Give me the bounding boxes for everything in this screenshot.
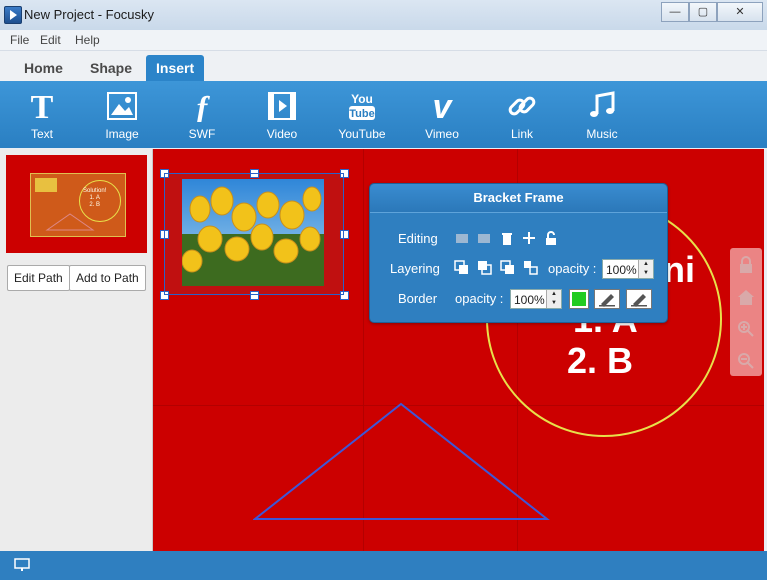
- insert-ribbon: T Text Image f SWF Video You Tube YouTube…: [0, 81, 767, 148]
- panel-title: Bracket Frame: [370, 184, 667, 213]
- text-icon: T: [7, 87, 77, 125]
- menu-bar: File Edit Help: [0, 30, 767, 51]
- border-opacity-value: 100%: [514, 293, 545, 307]
- thumbnail-text: Solution! 1. A 2. B: [83, 188, 107, 208]
- svg-text:Tube: Tube: [349, 108, 374, 120]
- title-bar: New Project - Focusky — ▢ ✕: [0, 0, 767, 31]
- insert-video-button[interactable]: Video: [247, 87, 317, 141]
- delete-icon[interactable]: [499, 230, 515, 246]
- tool-label: Music: [586, 127, 618, 141]
- triangle-shape[interactable]: [253, 401, 553, 523]
- svg-text:You: You: [351, 92, 373, 106]
- swf-icon: f: [167, 87, 237, 125]
- insert-link-button[interactable]: Link: [487, 87, 557, 141]
- slide-thumbnail[interactable]: Solution! 1. A 2. B: [6, 155, 147, 253]
- border-width-button[interactable]: [626, 289, 652, 309]
- border-label: Border: [398, 291, 438, 306]
- unlock-icon[interactable]: [543, 230, 559, 246]
- slide-panel: Solution! 1. A 2. B Edit Path Add to Pat…: [0, 149, 153, 551]
- eraser-pen-icon: [631, 294, 647, 307]
- svg-text:f: f: [197, 90, 211, 122]
- tool-label: Text: [30, 127, 53, 141]
- spinner-arrows-icon[interactable]: ▲ ▼: [546, 290, 561, 308]
- bring-forward-icon[interactable]: [477, 260, 493, 276]
- tool-label: Vimeo: [425, 127, 459, 141]
- maximize-button[interactable]: ▢: [689, 2, 717, 22]
- tool-label: YouTube: [338, 127, 386, 141]
- border-style-button[interactable]: [594, 289, 620, 309]
- crop-icon[interactable]: [454, 230, 470, 246]
- tab-bar: Home Shape Insert: [0, 51, 767, 81]
- selection-box: [164, 173, 344, 295]
- window-title: New Project - Focusky: [24, 7, 155, 22]
- tab-shape[interactable]: Shape: [80, 55, 142, 81]
- add-to-path-button[interactable]: Add to Path: [69, 265, 146, 291]
- youtube-icon: You Tube: [327, 87, 397, 125]
- tool-label: Image: [105, 127, 139, 141]
- insert-vimeo-button[interactable]: v Vimeo: [407, 87, 477, 141]
- zoom-out-icon[interactable]: [737, 352, 755, 370]
- editing-label: Editing: [398, 231, 438, 246]
- svg-text:T: T: [31, 90, 54, 122]
- minimize-button[interactable]: —: [661, 2, 689, 22]
- layering-opacity-value: 100%: [606, 263, 637, 277]
- tab-home[interactable]: Home: [14, 55, 73, 81]
- bring-to-front-icon[interactable]: [454, 260, 470, 276]
- menu-help[interactable]: Help: [75, 33, 100, 47]
- insert-youtube-button[interactable]: You Tube YouTube: [327, 87, 397, 141]
- thumbnail-triangle: [45, 213, 95, 231]
- layering-opacity-label: opacity :: [548, 261, 597, 276]
- music-icon: [567, 87, 637, 125]
- tool-label: Video: [266, 127, 298, 141]
- border-opacity-label: opacity :: [455, 291, 504, 306]
- view-toolbar: [730, 248, 762, 376]
- insert-swf-button[interactable]: f SWF: [167, 87, 237, 141]
- replace-image-icon[interactable]: [476, 230, 492, 246]
- lock-icon[interactable]: [737, 256, 755, 274]
- canvas-text-line3[interactable]: 2. B: [567, 340, 633, 382]
- present-icon[interactable]: [14, 558, 30, 572]
- window-controls: — ▢ ✕: [661, 2, 763, 22]
- layering-opacity-input[interactable]: 100% ▲ ▼: [602, 259, 654, 279]
- layering-label: Layering: [390, 261, 440, 276]
- pen-icon: [599, 294, 615, 307]
- edit-path-button[interactable]: Edit Path: [7, 265, 70, 291]
- thumbnail-frame: Solution! 1. A 2. B: [30, 173, 126, 237]
- send-to-back-icon[interactable]: [523, 260, 539, 276]
- thumbnail-image: [35, 178, 57, 192]
- image-icon: [87, 87, 157, 125]
- border-opacity-input[interactable]: 100% ▲ ▼: [510, 289, 562, 309]
- color-swatch: [572, 292, 586, 306]
- tab-insert[interactable]: Insert: [146, 55, 205, 81]
- link-icon: [487, 87, 557, 125]
- spinner-arrows-icon[interactable]: ▲ ▼: [638, 260, 653, 278]
- app-icon: [4, 6, 22, 24]
- menu-file[interactable]: File: [10, 33, 29, 47]
- insert-music-button[interactable]: Music: [567, 87, 637, 141]
- close-button[interactable]: ✕: [717, 2, 763, 22]
- border-color-picker[interactable]: [569, 289, 589, 309]
- tool-label: Link: [510, 127, 533, 141]
- video-icon: [247, 87, 317, 125]
- insert-text-button[interactable]: T Text: [7, 87, 77, 141]
- insert-image-button[interactable]: Image: [87, 87, 157, 141]
- zoom-in-icon[interactable]: [737, 320, 755, 338]
- tool-label: SWF: [188, 127, 216, 141]
- svg-text:v: v: [433, 90, 454, 122]
- vimeo-icon: v: [407, 87, 477, 125]
- send-backward-icon[interactable]: [500, 260, 516, 276]
- add-icon[interactable]: [521, 230, 537, 246]
- home-icon[interactable]: [737, 288, 755, 306]
- status-bar: [0, 551, 767, 580]
- menu-edit[interactable]: Edit: [40, 33, 61, 47]
- bracket-frame-panel: Bracket Frame Editing Layering opacity :…: [369, 183, 668, 323]
